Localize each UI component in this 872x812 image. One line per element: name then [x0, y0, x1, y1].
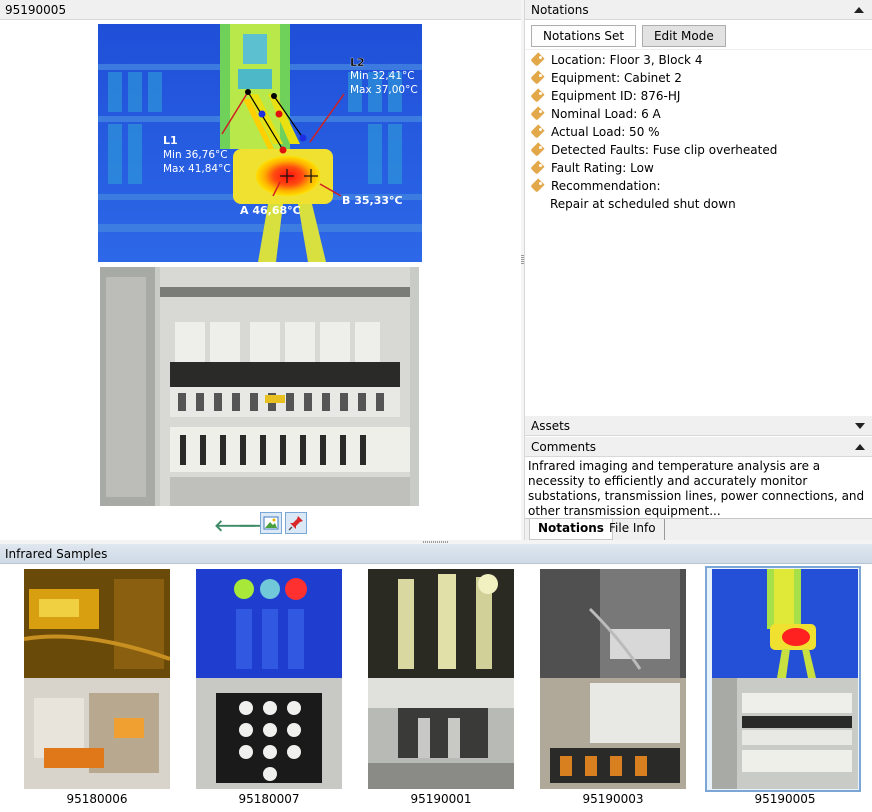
- image-view-icon[interactable]: [260, 512, 282, 534]
- notation-equipment-id[interactable]: Equipment ID: 876-HJ: [531, 87, 872, 105]
- collapse-icon[interactable]: [855, 444, 865, 450]
- tag-icon: [531, 107, 545, 121]
- assets-title: Assets: [531, 419, 571, 433]
- comments-header[interactable]: Comments: [525, 437, 872, 457]
- tag-icon: [531, 125, 545, 139]
- tag-icon: [531, 53, 545, 67]
- collapse-icon[interactable]: [854, 7, 864, 13]
- notation-location[interactable]: Location: Floor 3, Block 4: [531, 51, 872, 69]
- sample-photo-thumb: [24, 678, 170, 789]
- visual-photo[interactable]: [100, 267, 419, 506]
- l2-label: L2: [350, 56, 365, 69]
- sample-caption: 95190003: [582, 792, 644, 806]
- notations-list: Location: Floor 3, Block 4 Equipment: Ca…: [525, 50, 872, 213]
- sample-photo-thumb: [540, 678, 686, 789]
- pin-icon[interactable]: [285, 512, 307, 534]
- notation-detected-faults[interactable]: Detected Faults: Fuse clip overheated: [531, 141, 872, 159]
- tag-icon: [531, 71, 545, 85]
- assets-section: Assets: [525, 416, 872, 436]
- recommendation-value: Repair at scheduled shut down: [550, 197, 736, 211]
- sample-thermal-thumb: [24, 569, 170, 678]
- panel-tabs: Notations File Info: [525, 518, 872, 540]
- sample-item[interactable]: 95190001: [364, 564, 524, 812]
- samples-strip: 95180006 95180007 95190001 95190003 9519…: [0, 564, 872, 812]
- notation-nominal-load[interactable]: Nominal Load: 6 A: [531, 105, 872, 123]
- notation-recommendation[interactable]: Recommendation:: [531, 177, 872, 195]
- l2-min: Min 32,41°C: [350, 70, 415, 82]
- l1-min: Min 36,76°C: [163, 149, 228, 161]
- sample-thermal-thumb: [368, 569, 514, 678]
- comments-textarea[interactable]: Infrared imaging and temperature analysi…: [525, 457, 872, 521]
- sample-photo-thumb: [712, 678, 858, 789]
- edit-mode-button[interactable]: Edit Mode: [641, 25, 726, 47]
- sample-caption: 95180006: [66, 792, 128, 806]
- tag-icon: [531, 89, 545, 103]
- notations-panel: Notations Notations Set Edit Mode Locati…: [524, 0, 872, 540]
- sample-thermal-thumb: [540, 569, 686, 678]
- tag-icon: [531, 143, 545, 157]
- thermal-image[interactable]: L2 Min 32,41°C Max 37,00°C L1 Min 36,76°…: [98, 24, 422, 262]
- notation-actual-load[interactable]: Actual Load: 50 %: [531, 123, 872, 141]
- tag-icon: [531, 161, 545, 175]
- image-nav-toolbar: 🡐 🡒: [210, 512, 320, 535]
- notations-header[interactable]: Notations: [525, 0, 872, 20]
- sample-thermal-thumb: [712, 569, 858, 678]
- l1-max: Max 41,84°C: [163, 163, 231, 175]
- assets-header[interactable]: Assets: [525, 416, 872, 436]
- image-panel: 95190005 L2 Min 32,41°C Max 37,00°C L1 M…: [0, 0, 521, 540]
- app-window: 95190005 L2 Min 32,41°C Max 37,00°C L1 M…: [0, 0, 872, 812]
- sample-item[interactable]: 95190003: [536, 564, 696, 812]
- tag-icon: [531, 179, 545, 193]
- image-panel-title: 95190005: [0, 0, 521, 20]
- comments-title: Comments: [531, 440, 597, 454]
- notation-equipment[interactable]: Equipment: Cabinet 2: [531, 69, 872, 87]
- spot-a-label: A 46,68°C: [240, 204, 301, 217]
- notations-set-button[interactable]: Notations Set: [531, 25, 637, 47]
- l2-max: Max 37,00°C: [350, 84, 418, 96]
- sample-thermal-thumb: [196, 569, 342, 678]
- expand-icon[interactable]: [855, 423, 865, 429]
- l1-label: L1: [163, 134, 178, 147]
- sample-caption: 95190005: [754, 792, 816, 806]
- spot-b-label: B 35,33°C: [342, 194, 403, 207]
- sample-item-selected[interactable]: 95190005: [705, 564, 868, 812]
- notation-fault-rating[interactable]: Fault Rating: Low: [531, 159, 872, 177]
- notations-title: Notations: [531, 3, 589, 17]
- sample-item[interactable]: 95180007: [192, 564, 352, 812]
- sample-caption: 95190001: [410, 792, 472, 806]
- sample-photo-thumb: [368, 678, 514, 789]
- samples-header: Infrared Samples: [0, 544, 872, 564]
- tab-file-info[interactable]: File Info: [601, 519, 665, 540]
- sample-item[interactable]: 95180006: [20, 564, 180, 812]
- comments-section: Comments Infrared imaging and temperatur…: [525, 437, 872, 521]
- sample-caption: 95180007: [238, 792, 300, 806]
- sample-photo-thumb: [196, 678, 342, 789]
